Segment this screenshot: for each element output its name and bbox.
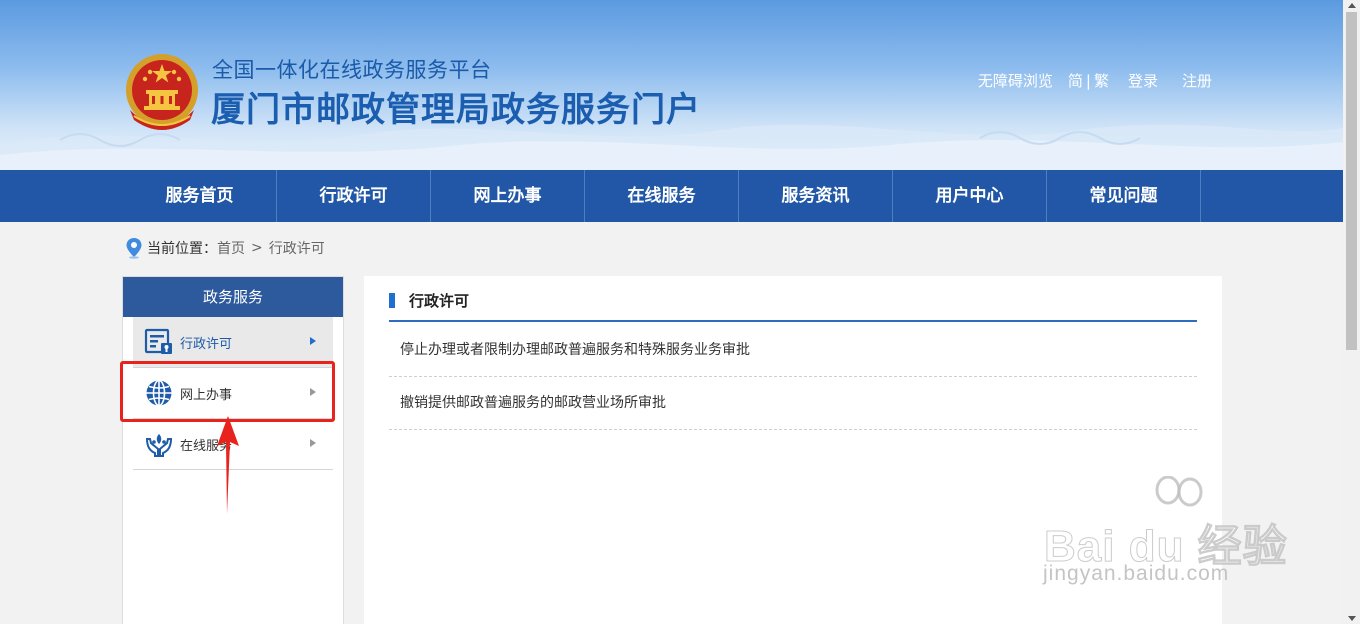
portal-title: 厦门市邮政管理局政务服务门户 — [211, 90, 701, 130]
national-emblem-logo — [126, 54, 198, 130]
nav-item-online-service[interactable]: 在线服务 — [585, 170, 739, 222]
breadcrumb-prefix: 当前位置： — [147, 241, 217, 257]
watermark-url: jingyan.baidu.com — [1043, 562, 1230, 585]
hands-plant-icon — [145, 434, 173, 457]
list-item[interactable]: 停止办理或者限制办理邮政普遍服务和特殊服务业务审批 — [389, 324, 1197, 377]
nav-item-faq[interactable]: 常见问题 — [1047, 170, 1201, 222]
title-underline — [389, 320, 1197, 322]
nav-item-online-affairs[interactable]: 网上办事 — [431, 170, 585, 222]
platform-title: 全国一体化在线政务服务平台 — [212, 58, 492, 82]
breadcrumb-separator: > — [251, 240, 263, 256]
traditional-chinese-link[interactable]: 繁 — [1094, 70, 1109, 91]
breadcrumb: 当前位置： 首页 > 行政许可 — [125, 237, 325, 259]
main-nav: 服务首页 行政许可 网上办事 在线服务 服务资讯 用户中心 常见问题 — [0, 170, 1343, 222]
location-pin-icon — [126, 238, 142, 259]
sidebar-item-label: 行政许可 — [180, 336, 233, 352]
top-links: 无障碍浏览 简 | 繁 登录 注册 — [978, 70, 1212, 91]
simplified-chinese-link[interactable]: 简 — [1068, 70, 1083, 91]
title-accent-bar — [389, 293, 395, 308]
content-title: 行政许可 — [409, 292, 470, 310]
nav-item-home[interactable]: 服务首页 — [123, 170, 277, 222]
chevron-right-icon — [310, 439, 316, 447]
annotation-highlight-box — [120, 361, 335, 422]
sidebar-heading: 政务服务 — [123, 277, 343, 317]
list-item[interactable]: 撤销提供邮政普遍服务的邮政营业场所审批 — [389, 377, 1197, 430]
header-banner: 全国一体化在线政务服务平台 厦门市邮政管理局政务服务门户 无障碍浏览 简 | 繁… — [0, 0, 1343, 170]
scrollbar-thumb[interactable] — [1346, 12, 1357, 350]
page-scrollbar[interactable] — [1343, 0, 1360, 624]
scroll-up-icon[interactable] — [1348, 3, 1356, 8]
accessibility-link[interactable]: 无障碍浏览 — [978, 70, 1053, 91]
login-link[interactable]: 登录 — [1128, 70, 1158, 91]
annotation-arrow-icon — [217, 416, 239, 514]
breadcrumb-current: 行政许可 — [268, 241, 325, 257]
scroll-down-icon[interactable] — [1348, 616, 1356, 621]
chevron-right-icon — [310, 337, 316, 345]
breadcrumb-home-link[interactable]: 首页 — [217, 238, 245, 258]
certificate-icon — [144, 328, 172, 354]
nav-item-admin-license[interactable]: 行政许可 — [277, 170, 431, 222]
register-link[interactable]: 注册 — [1182, 70, 1212, 91]
nav-item-service-news[interactable]: 服务资讯 — [739, 170, 893, 222]
nav-item-user-center[interactable]: 用户中心 — [893, 170, 1047, 222]
content-title-row: 行政许可 — [389, 290, 469, 311]
language-separator: | — [1085, 71, 1091, 90]
